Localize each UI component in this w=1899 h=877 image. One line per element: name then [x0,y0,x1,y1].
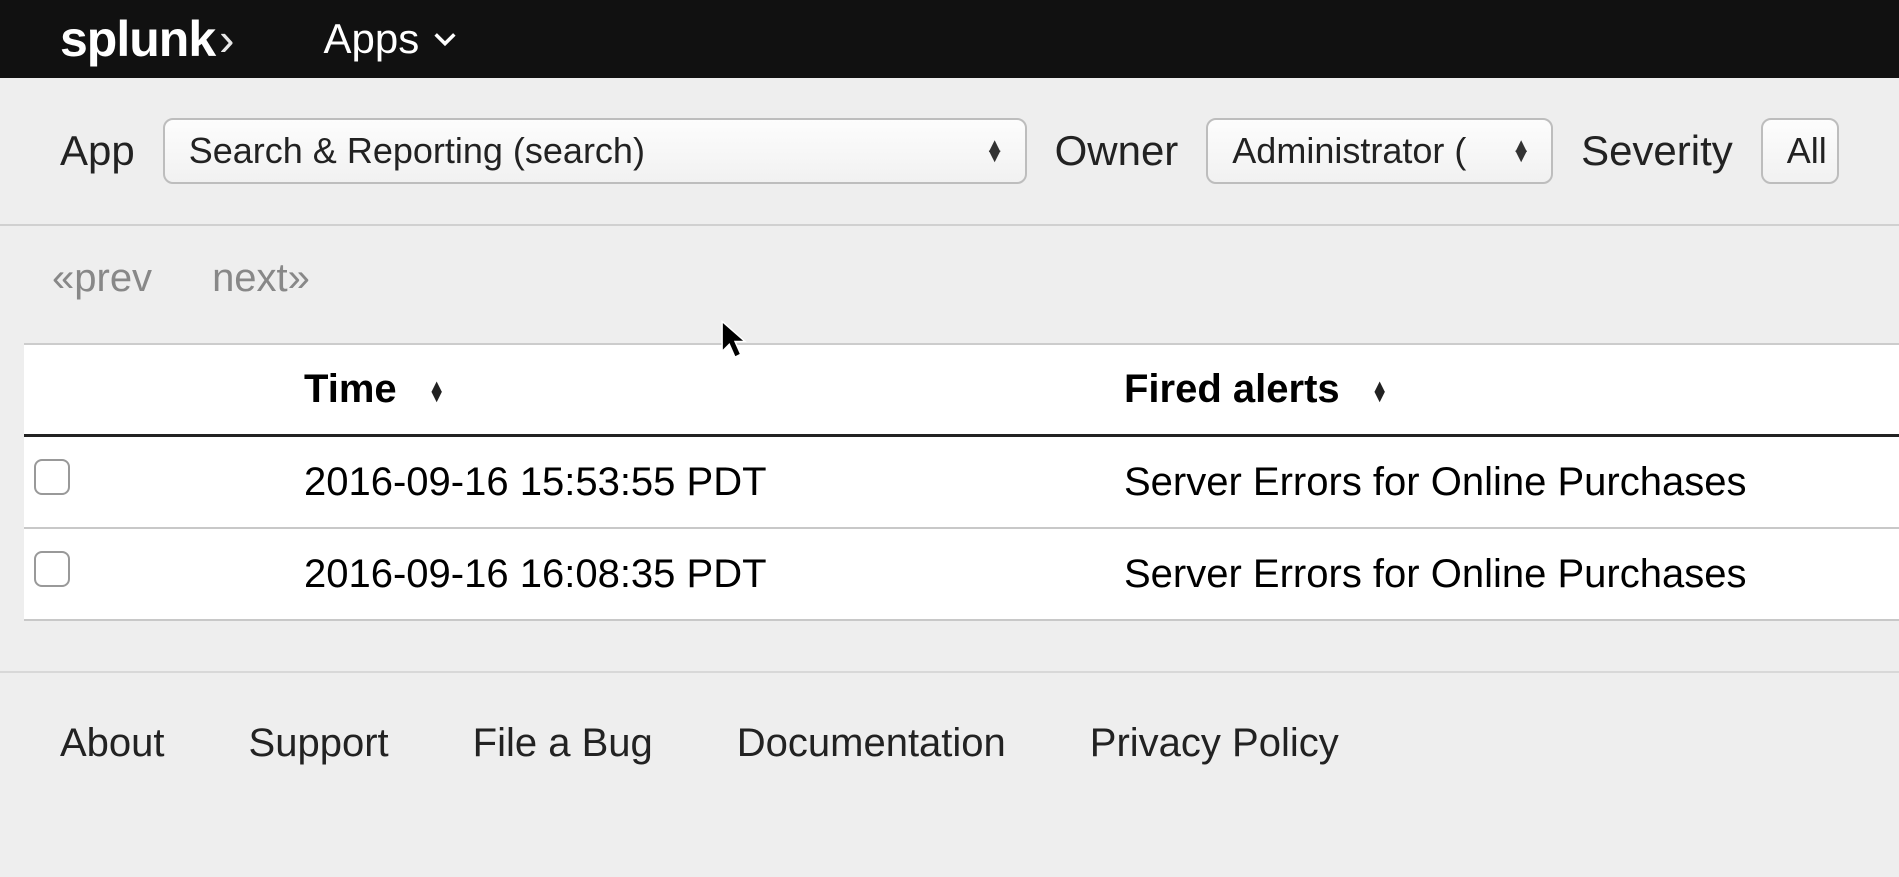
owner-select[interactable]: Administrator ( ▲▼ [1206,118,1553,184]
severity-select[interactable]: All [1761,118,1839,184]
prev-link[interactable]: «prev [52,256,152,301]
footer: About Support File a Bug Documentation P… [0,671,1899,814]
row-checkbox[interactable] [34,551,70,587]
filter-row: App Search & Reporting (search) ▲▼ Owner… [0,78,1899,226]
header-fired-label: Fired alerts [1124,367,1340,411]
owner-filter-label: Owner [1055,127,1179,175]
cell-alert[interactable]: Server Errors for Online Purchases [1124,528,1899,620]
footer-file-bug[interactable]: File a Bug [473,721,653,766]
app-select-value: Search & Reporting (search) [189,130,645,172]
header-time-label: Time [304,367,397,411]
alerts-table-wrap: Time ▲▼ Fired alerts ▲▼ 2016-09-16 15:53… [24,343,1899,621]
app-select[interactable]: Search & Reporting (search) ▲▼ [163,118,1027,184]
pager-row: «prev next» [0,226,1899,343]
table-header-row: Time ▲▼ Fired alerts ▲▼ [24,345,1899,436]
chevron-down-icon [431,25,459,53]
header-time[interactable]: Time ▲▼ [304,345,1124,436]
logo-arrow-icon: › [219,12,233,66]
cell-alert[interactable]: Server Errors for Online Purchases [1124,436,1899,529]
header-fired-alerts[interactable]: Fired alerts ▲▼ [1124,345,1899,436]
next-link[interactable]: next» [212,256,310,301]
apps-menu-label: Apps [323,15,419,63]
row-checkbox[interactable] [34,459,70,495]
top-bar: splunk› Apps [0,0,1899,78]
header-checkbox-col [24,345,304,436]
footer-privacy[interactable]: Privacy Policy [1090,721,1339,766]
footer-documentation[interactable]: Documentation [737,721,1006,766]
table-row: 2016-09-16 15:53:55 PDT Server Errors fo… [24,436,1899,529]
logo-text: splunk [60,10,215,68]
footer-about[interactable]: About [60,721,165,766]
footer-support[interactable]: Support [249,721,389,766]
owner-select-value: Administrator ( [1232,130,1466,172]
select-arrows-icon: ▲▼ [1511,141,1531,161]
splunk-logo: splunk› [60,10,233,68]
sort-icon: ▲▼ [428,381,446,403]
cell-time: 2016-09-16 15:53:55 PDT [304,436,1124,529]
severity-filter-label: Severity [1581,127,1733,175]
cell-time: 2016-09-16 16:08:35 PDT [304,528,1124,620]
sort-icon: ▲▼ [1371,381,1389,403]
select-arrows-icon: ▲▼ [985,141,1005,161]
alerts-table: Time ▲▼ Fired alerts ▲▼ 2016-09-16 15:53… [24,345,1899,621]
apps-menu[interactable]: Apps [323,15,459,63]
app-filter-label: App [60,127,135,175]
severity-select-value: All [1787,130,1827,172]
table-row: 2016-09-16 16:08:35 PDT Server Errors fo… [24,528,1899,620]
